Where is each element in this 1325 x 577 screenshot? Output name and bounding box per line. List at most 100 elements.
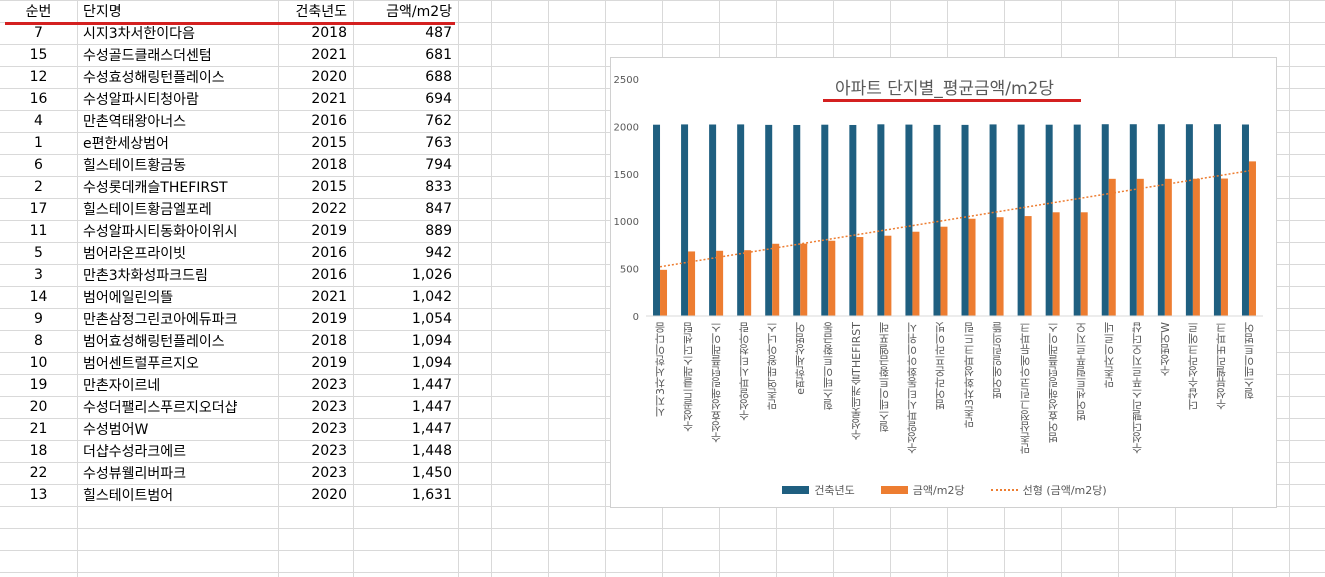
table-cell[interactable]: 힐스테이트황금엘포레 — [77, 198, 278, 220]
table-cell[interactable]: 힐스테이트범어 — [77, 484, 278, 506]
table-cell[interactable]: 1,631 — [353, 484, 458, 506]
table-cell[interactable]: 2015 — [278, 176, 353, 198]
table-row: 15 수성골드클래스더센텀 2021 681 — [0, 44, 458, 66]
bar-year — [933, 124, 941, 316]
table-cell[interactable]: 2023 — [278, 396, 353, 418]
table-cell[interactable]: 범어라온프라이빗 — [77, 242, 278, 264]
table-cell[interactable]: 19 — [0, 374, 77, 396]
table-cell[interactable]: 20 — [0, 396, 77, 418]
table-cell[interactable]: 2020 — [278, 484, 353, 506]
table-cell[interactable]: 2023 — [278, 418, 353, 440]
chart[interactable]: 0 500 1000 1500 2000 2500 아파트 단지별_평균금액/m2당 시지… — [610, 57, 1277, 508]
table-cell[interactable]: 범어센트럴푸르지오 — [77, 352, 278, 374]
table-cell[interactable]: 시지3차서한이다음 — [77, 22, 278, 44]
table-cell[interactable]: 수성뷰웰리버파크 — [77, 462, 278, 484]
table-cell[interactable]: 10 — [0, 352, 77, 374]
table-cell[interactable]: 681 — [353, 44, 458, 66]
header-cell[interactable]: 금액/m2당 — [353, 0, 458, 22]
table-cell[interactable]: e편한세상범어 — [77, 132, 278, 154]
table-cell[interactable]: 763 — [353, 132, 458, 154]
bar-price — [1220, 178, 1228, 316]
header-cell[interactable]: 단지명 — [77, 0, 278, 22]
table-cell[interactable]: 수성알파시티동화아이위시 — [77, 220, 278, 242]
table-cell[interactable]: 1,450 — [353, 462, 458, 484]
table-cell[interactable]: 6 — [0, 154, 77, 176]
table-cell[interactable]: 2023 — [278, 374, 353, 396]
table-cell[interactable]: 18 — [0, 440, 77, 462]
table-cell[interactable]: 2016 — [278, 242, 353, 264]
table-cell[interactable]: 14 — [0, 286, 77, 308]
table-cell[interactable]: 694 — [353, 88, 458, 110]
table-cell[interactable]: 2016 — [278, 264, 353, 286]
table-cell[interactable]: 만촌3차화성파크드림 — [77, 264, 278, 286]
x-tick-label: 수성알파시티청아람 — [738, 322, 752, 421]
table-cell[interactable]: 22 — [0, 462, 77, 484]
table-cell[interactable]: 2018 — [278, 330, 353, 352]
table-cell[interactable]: 2016 — [278, 110, 353, 132]
table-cell[interactable]: 1,447 — [353, 418, 458, 440]
bar-price — [800, 243, 808, 316]
table-cell[interactable]: 수성더팰리스푸르지오더샵 — [77, 396, 278, 418]
table-cell[interactable]: 942 — [353, 242, 458, 264]
table-cell[interactable]: 수성범어W — [77, 418, 278, 440]
x-tick-label: 범어센트럴푸르지오 — [1074, 322, 1088, 421]
table-cell[interactable]: 487 — [353, 22, 458, 44]
table-cell[interactable]: 2023 — [278, 440, 353, 462]
table-cell[interactable]: 수성효성해링턴플레이스 — [77, 66, 278, 88]
table-cell[interactable]: 1,094 — [353, 330, 458, 352]
table-cell[interactable]: 1,026 — [353, 264, 458, 286]
table-cell[interactable]: 889 — [353, 220, 458, 242]
table-cell[interactable]: 만촌삼정그린코아에듀파크 — [77, 308, 278, 330]
table-cell[interactable]: 1,094 — [353, 352, 458, 374]
table-cell[interactable]: 12 — [0, 66, 77, 88]
table-cell[interactable]: 21 — [0, 418, 77, 440]
table-cell[interactable]: 2019 — [278, 308, 353, 330]
table-cell[interactable]: 2018 — [278, 22, 353, 44]
table-cell[interactable]: 16 — [0, 88, 77, 110]
header-cell[interactable]: 건축년도 — [278, 0, 353, 22]
table-cell[interactable]: 2015 — [278, 132, 353, 154]
table-cell[interactable]: 2021 — [278, 44, 353, 66]
table-cell[interactable]: 3 — [0, 264, 77, 286]
table-cell[interactable]: 17 — [0, 198, 77, 220]
table-cell[interactable]: 1 — [0, 132, 77, 154]
table-cell[interactable]: 13 — [0, 484, 77, 506]
table-cell[interactable]: 2021 — [278, 88, 353, 110]
header-cell[interactable]: 순번 — [0, 0, 77, 22]
table-cell[interactable]: 2023 — [278, 462, 353, 484]
table-cell[interactable]: 11 — [0, 220, 77, 242]
table-cell[interactable]: 2018 — [278, 154, 353, 176]
table-cell[interactable]: 847 — [353, 198, 458, 220]
table-cell[interactable]: 수성알파시티청아람 — [77, 88, 278, 110]
table-cell[interactable]: 2 — [0, 176, 77, 198]
table-cell[interactable]: 2019 — [278, 352, 353, 374]
table-cell[interactable]: 만촌자이르네 — [77, 374, 278, 396]
table-cell[interactable]: 4 — [0, 110, 77, 132]
table-cell[interactable]: 15 — [0, 44, 77, 66]
table-cell[interactable]: 1,447 — [353, 374, 458, 396]
table-cell[interactable]: 수성롯데캐슬THEFIRST — [77, 176, 278, 198]
table-cell[interactable]: 1,448 — [353, 440, 458, 462]
table-cell[interactable]: 2020 — [278, 66, 353, 88]
table-cell[interactable]: 2021 — [278, 286, 353, 308]
table-cell[interactable]: 더샵수성라크에르 — [77, 440, 278, 462]
table-cell[interactable]: 힐스테이트황금동 — [77, 154, 278, 176]
table-cell[interactable]: 만촌역태왕아너스 — [77, 110, 278, 132]
table-cell[interactable]: 1,054 — [353, 308, 458, 330]
table-cell[interactable]: 762 — [353, 110, 458, 132]
table-cell[interactable]: 8 — [0, 330, 77, 352]
table-cell[interactable]: 2019 — [278, 220, 353, 242]
table-cell[interactable]: 1,042 — [353, 286, 458, 308]
table-cell[interactable]: 833 — [353, 176, 458, 198]
table-cell[interactable]: 9 — [0, 308, 77, 330]
table-cell[interactable]: 5 — [0, 242, 77, 264]
bar-price — [1136, 178, 1144, 316]
table-cell[interactable]: 1,447 — [353, 396, 458, 418]
table-cell[interactable]: 범어효성해링턴플레이스 — [77, 330, 278, 352]
table-cell[interactable]: 7 — [0, 22, 77, 44]
table-cell[interactable]: 수성골드클래스더센텀 — [77, 44, 278, 66]
table-cell[interactable]: 범어에일린의뜰 — [77, 286, 278, 308]
table-cell[interactable]: 794 — [353, 154, 458, 176]
table-cell[interactable]: 688 — [353, 66, 458, 88]
table-cell[interactable]: 2022 — [278, 198, 353, 220]
